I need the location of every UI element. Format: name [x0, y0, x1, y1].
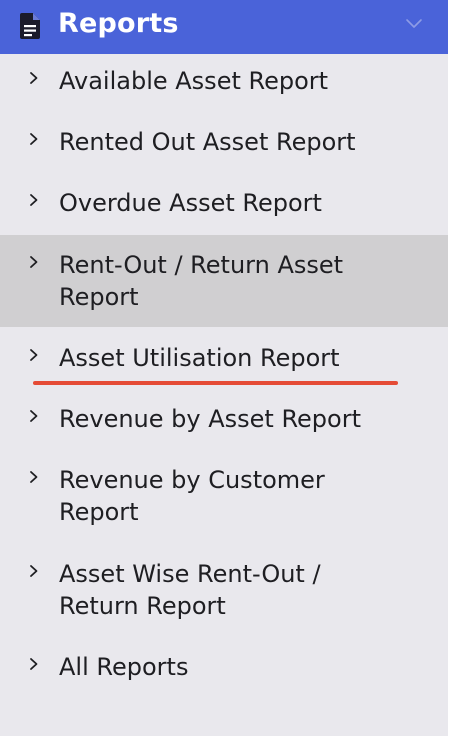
menu-item-rent-out-return-asset-report[interactable]: Rent-Out / Return Asset Report	[0, 235, 448, 327]
reports-section-header[interactable]: Reports	[0, 0, 448, 54]
menu-item-label: Asset Utilisation Report	[59, 344, 340, 372]
chevron-right-icon	[30, 194, 38, 206]
chevron-right-icon	[30, 72, 38, 84]
menu-item-revenue-by-asset-report[interactable]: Revenue by Asset Report	[0, 400, 448, 440]
menu-item-label: Rent-Out / Return Asset Report	[59, 251, 344, 311]
menu-item-label: Asset Wise Rent-Out / Return Report	[59, 560, 321, 620]
menu-item-asset-utilisation-report[interactable]: Asset Utilisation Report	[0, 339, 448, 379]
red-underline-annotation	[33, 381, 398, 385]
chevron-right-icon	[30, 565, 38, 577]
chevron-right-icon	[30, 410, 38, 422]
chevron-right-icon	[30, 256, 38, 268]
menu-item-available-asset-report[interactable]: Available Asset Report	[0, 62, 448, 102]
menu-item-label: Available Asset Report	[59, 67, 329, 95]
menu-item-overdue-asset-report[interactable]: Overdue Asset Report	[0, 184, 448, 224]
chevron-right-icon	[30, 133, 38, 145]
reports-title: Reports	[58, 8, 179, 39]
menu-item-label: Revenue by Asset Report	[59, 405, 362, 433]
menu-item-rented-out-asset-report[interactable]: Rented Out Asset Report	[0, 123, 448, 163]
menu-item-label: Rented Out Asset Report	[59, 128, 356, 156]
menu-item-revenue-by-customer-report[interactable]: Revenue by Customer Report	[0, 461, 448, 533]
chevron-right-icon	[30, 349, 38, 361]
menu-item-label: Revenue by Customer Report	[59, 466, 325, 526]
document-icon	[20, 13, 40, 39]
menu-item-label: All Reports	[59, 653, 189, 681]
menu-item-all-reports[interactable]: All Reports	[0, 648, 448, 688]
menu-item-label: Overdue Asset Report	[59, 189, 322, 217]
menu-item-asset-wise-rent-out-return-report[interactable]: Asset Wise Rent-Out / Return Report	[0, 555, 448, 627]
chevron-right-icon	[30, 658, 38, 670]
chevron-down-icon[interactable]	[404, 14, 424, 34]
chevron-right-icon	[30, 471, 38, 483]
reports-sidebar-panel: Reports Available Asset Report Rented Ou…	[0, 0, 448, 736]
